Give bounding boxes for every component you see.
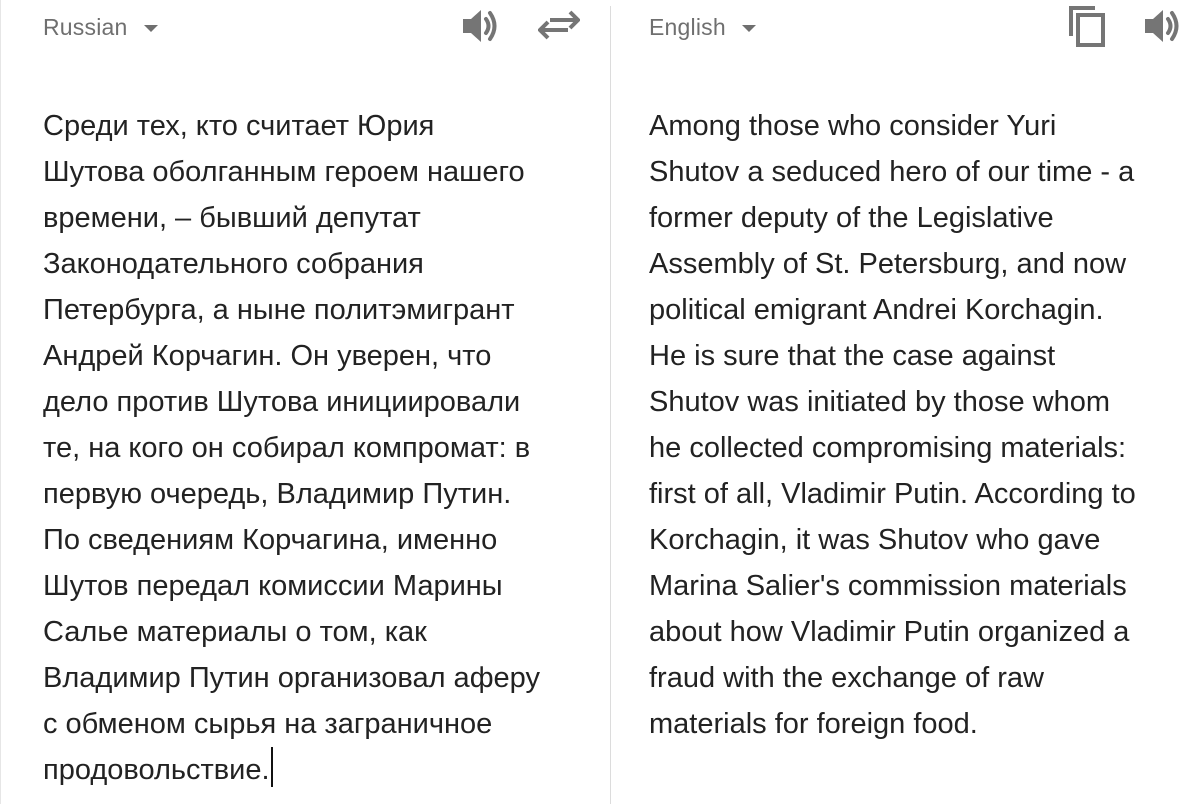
- target-pane: English Among those who consider Yuri Sh…: [611, 0, 1200, 804]
- chevron-down-icon: [741, 24, 756, 32]
- source-language-label: Russian: [43, 13, 128, 40]
- source-pane: Russian Среди тех, кто считает Юрия Шуто…: [0, 0, 610, 804]
- source-language-select[interactable]: Russian: [43, 10, 158, 44]
- target-language-label: English: [649, 13, 726, 40]
- copy-icon[interactable]: [1065, 4, 1109, 48]
- source-text: Среди тех, кто считает Юрия Шутова оболг…: [43, 110, 540, 786]
- swap-languages-icon[interactable]: [538, 10, 580, 42]
- chevron-down-icon: [143, 24, 158, 32]
- speaker-icon[interactable]: [461, 8, 503, 44]
- source-text-area[interactable]: Среди тех, кто считает Юрия Шутова оболг…: [43, 103, 593, 793]
- speaker-icon[interactable]: [1143, 8, 1185, 44]
- text-cursor: [270, 747, 273, 787]
- target-language-select[interactable]: English: [649, 10, 756, 44]
- target-text-area: Among those who consider Yuri Shutov a s…: [649, 103, 1194, 747]
- target-text: Among those who consider Yuri Shutov a s…: [649, 110, 1136, 740]
